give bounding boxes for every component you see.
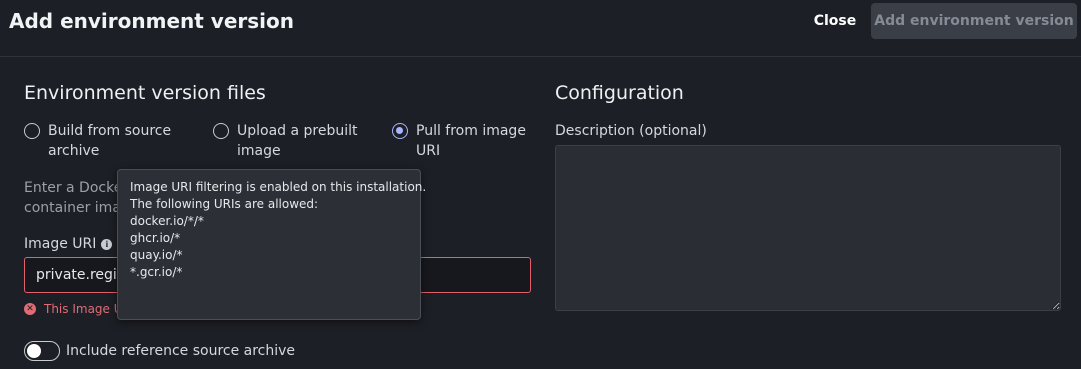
include-source-toggle[interactable] (24, 341, 60, 361)
allowed-uri: quay.io/* (130, 248, 183, 262)
radio-build-from-source[interactable]: Build from source archive (24, 121, 171, 161)
include-source-toggle-row[interactable]: Include reference source archive (24, 341, 295, 361)
radio-label: Build from source archive (48, 123, 172, 159)
image-uri-tooltip: Image URI filtering is enabled on this i… (117, 169, 427, 320)
radio-upload-prebuilt[interactable]: Upload a prebuilt image (213, 121, 358, 161)
radio-label: Pull from image URI (416, 123, 526, 159)
configuration-section-title: Configuration (555, 82, 684, 104)
toggle-label: Include reference source archive (66, 343, 296, 359)
files-section-title: Environment version files (24, 82, 266, 104)
add-environment-version-button[interactable]: Add environment version (871, 3, 1077, 39)
radio-label: Upload a prebuilt image (237, 123, 358, 159)
description-label: Description (optional) (555, 123, 707, 139)
radio-circle-selected[interactable] (392, 123, 408, 139)
error-icon: ✕ (24, 303, 36, 315)
radio-circle[interactable] (24, 123, 40, 139)
allowed-uri: docker.io/*/* (130, 214, 204, 228)
close-button[interactable]: Close (806, 5, 864, 37)
radio-pull-from-uri[interactable]: Pull from image URI (392, 121, 526, 161)
dialog-title: Add environment version (9, 9, 294, 33)
dialog-header: Add environment version Close Add enviro… (0, 0, 1081, 57)
info-icon[interactable]: i (101, 238, 113, 250)
image-uri-label: Image URI i (24, 236, 113, 252)
tooltip-line: Image URI filtering is enabled on this i… (130, 180, 427, 194)
tooltip-line: The following URIs are allowed: (130, 197, 319, 211)
allowed-uri: *.gcr.io/* (130, 265, 183, 279)
radio-circle[interactable] (213, 123, 229, 139)
allowed-uri: ghcr.io/* (130, 231, 181, 245)
description-textarea[interactable] (555, 145, 1061, 311)
